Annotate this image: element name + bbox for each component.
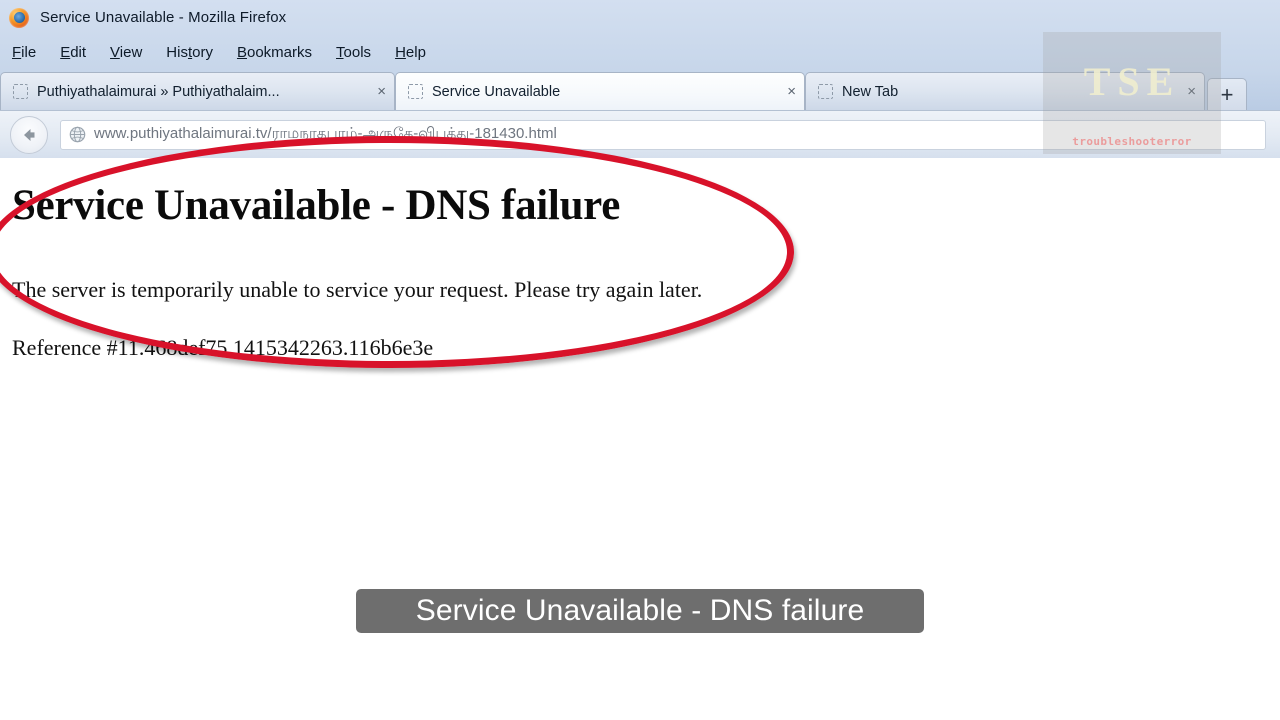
browser-window: Service Unavailable - Mozilla Firefox Fi… [0,0,1280,158]
blank-favicon-icon [818,84,833,99]
caption-banner: Service Unavailable - DNS failure [356,589,924,633]
close-icon[interactable]: × [787,84,796,99]
close-icon[interactable]: × [1187,84,1196,99]
menu-bar: File Edit View History Bookmarks Tools H… [0,36,1280,68]
page-content: Service Unavailable - DNS failure The se… [0,159,1280,720]
error-reference: Reference #11.468def75.1415342263.116b6e… [12,335,434,360]
blank-favicon-icon [408,84,423,99]
blank-favicon-icon [13,84,28,99]
navigation-bar: www.puthiyathalaimurai.tv/ராமநாதபுரம்-அர… [0,110,1280,158]
tab-puthiyathalaimurai[interactable]: Puthiyathalaimurai » Puthiyathalaim... × [0,72,395,110]
menu-item-file[interactable]: File [10,42,38,63]
firefox-logo-icon [8,7,30,29]
menu-item-view[interactable]: View [108,42,144,63]
tab-service-unavailable[interactable]: Service Unavailable × [395,72,805,110]
page-title: Service Unavailable - DNS failure [12,182,620,229]
new-tab-button[interactable]: + [1207,78,1247,110]
url-text: www.puthiyathalaimurai.tv/ராமநாதபுரம்-அர… [94,125,557,142]
firefox-logo-inner [14,11,25,23]
tab-new-tab[interactable]: New Tab × [805,72,1205,110]
menu-item-history[interactable]: History [164,42,215,63]
caption-text: Service Unavailable - DNS failure [415,594,865,627]
tab-strip: Puthiyathalaimurai » Puthiyathalaim... ×… [0,70,1280,110]
back-arrow-icon[interactable] [10,115,48,154]
menu-item-help[interactable]: Help [393,42,428,63]
close-icon[interactable]: × [377,84,386,99]
globe-icon [69,126,86,143]
tab-label: New Tab [842,83,899,100]
title-bar: Service Unavailable - Mozilla Firefox [0,0,1280,35]
menu-item-tools[interactable]: Tools [334,42,373,63]
menu-item-bookmarks[interactable]: Bookmarks [235,42,314,63]
screenshot-root: Service Unavailable - Mozilla Firefox Fi… [0,0,1280,720]
tab-label: Service Unavailable [432,83,561,100]
window-title: Service Unavailable - Mozilla Firefox [40,9,287,26]
menu-item-edit[interactable]: Edit [58,42,88,63]
url-bar[interactable]: www.puthiyathalaimurai.tv/ராமநாதபுரம்-அர… [60,119,1266,150]
error-message: The server is temporarily unable to serv… [12,277,703,302]
tab-label: Puthiyathalaimurai » Puthiyathalaim... [37,83,280,100]
